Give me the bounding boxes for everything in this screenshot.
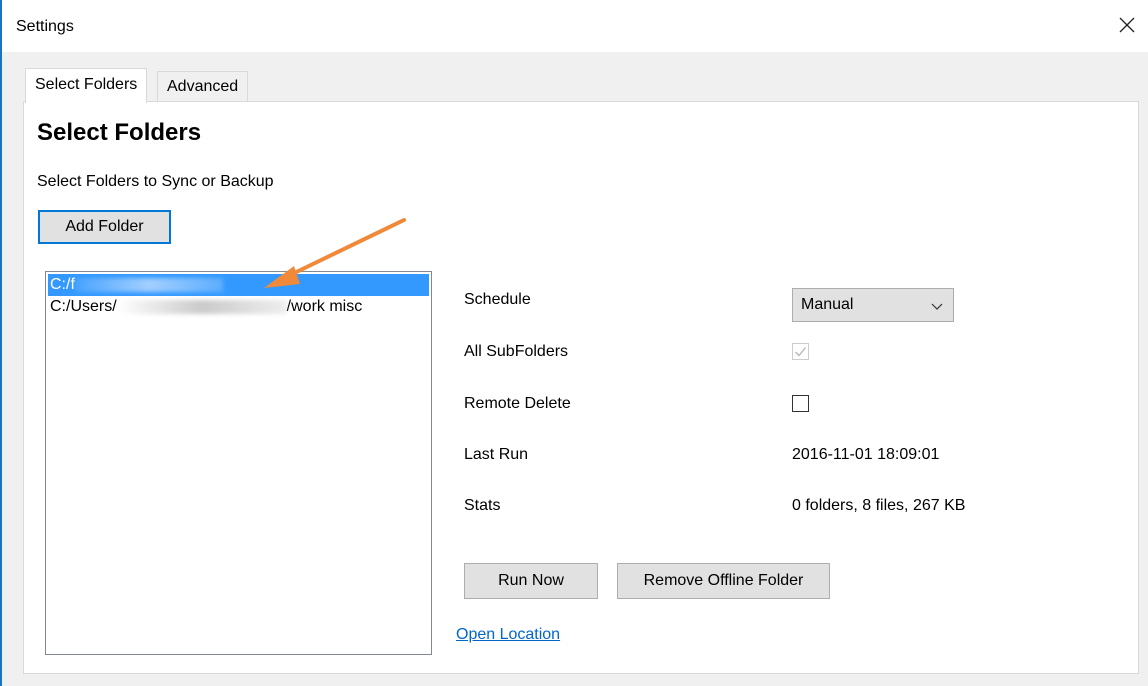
run-now-button[interactable]: Run Now [464, 563, 598, 599]
annotation-arrow-icon [264, 218, 406, 288]
stats-label: Stats [464, 497, 501, 514]
remote-delete-label: Remote Delete [464, 395, 571, 412]
folder-list[interactable]: C:/f C:/Users/ /work misc [45, 271, 432, 655]
schedule-value: Manual [801, 296, 854, 313]
subfolders-checkbox[interactable] [792, 343, 809, 360]
schedule-label: Schedule [464, 291, 531, 308]
remove-offline-folder-button[interactable]: Remove Offline Folder [617, 563, 830, 599]
tab-panel: Select Folders Select Folders to Sync or… [23, 101, 1139, 674]
redacted-path [74, 277, 223, 292]
subfolders-label: All SubFolders [464, 343, 569, 360]
stats-value: 0 folders, 8 files, 267 KB [792, 497, 966, 514]
add-folder-button[interactable]: Add Folder [38, 210, 171, 244]
last-run-value: 2016-11-01 18:09:01 [792, 446, 940, 463]
last-run-label: Last Run [464, 446, 529, 463]
redacted-path [116, 299, 287, 314]
page-title: Select Folders [37, 119, 202, 146]
close-icon [1119, 17, 1135, 33]
close-button[interactable] [1112, 10, 1142, 40]
window-title: Settings [16, 18, 74, 35]
title-bar: Settings [2, 0, 1148, 52]
chevron-down-icon [931, 303, 943, 310]
remote-delete-checkbox[interactable] [792, 395, 809, 412]
folder-item[interactable]: C:/Users/ /work misc [48, 296, 429, 318]
schedule-select[interactable]: Manual [792, 288, 954, 322]
tab-select-folders[interactable]: Select Folders [25, 68, 148, 103]
folder-path-suffix: /work misc [286, 298, 363, 315]
checkmark-icon [795, 347, 807, 357]
window-border [0, 0, 2, 686]
folder-path: C:/Users/ [50, 298, 117, 315]
open-location-link[interactable]: Open Location [456, 626, 560, 644]
tab-advanced[interactable]: Advanced [157, 71, 249, 102]
page-subtitle: Select Folders to Sync or Backup [37, 173, 274, 190]
folder-path: C:/f [50, 276, 75, 293]
